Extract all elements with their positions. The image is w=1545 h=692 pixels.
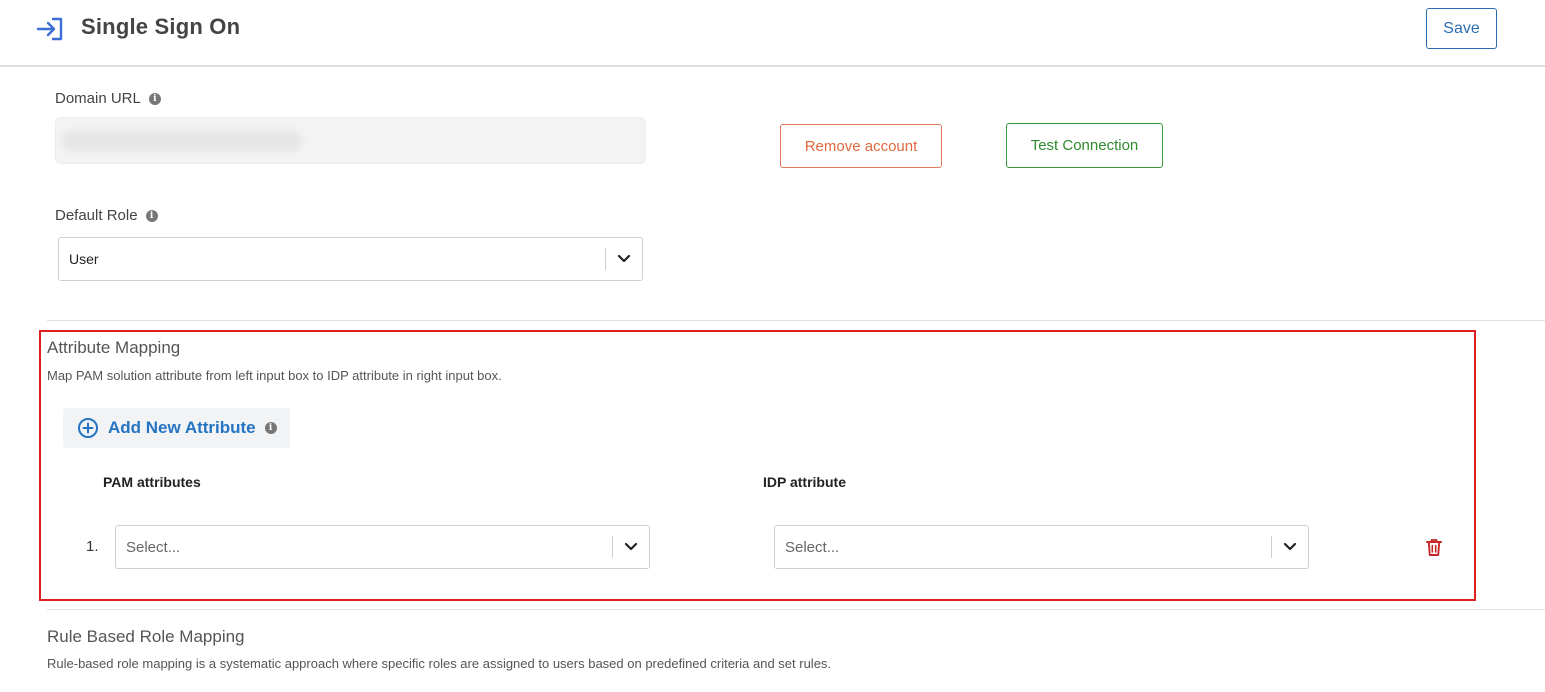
domain-url-label-text: Domain URL: [55, 90, 141, 107]
info-icon[interactable]: i: [145, 209, 158, 222]
default-role-label: Default Role i: [55, 207, 158, 224]
row-number: 1.: [86, 538, 99, 555]
info-icon[interactable]: i: [148, 92, 161, 105]
idp-attribute-header: IDP attribute: [763, 474, 846, 490]
section-divider: [47, 609, 1545, 610]
chevron-down-icon[interactable]: [1272, 526, 1308, 568]
redacted-value: [62, 130, 302, 152]
page-title: Single Sign On: [81, 14, 241, 39]
chevron-down-icon[interactable]: [606, 238, 642, 280]
domain-url-label: Domain URL i: [55, 90, 161, 107]
rule-mapping-description: Rule-based role mapping is a systematic …: [47, 656, 832, 671]
domain-url-input[interactable]: [55, 117, 646, 164]
default-role-label-text: Default Role: [55, 207, 138, 224]
plus-circle-icon: [78, 418, 98, 438]
trash-icon[interactable]: [1424, 537, 1444, 557]
pam-attribute-placeholder: Select...: [126, 538, 181, 556]
remove-account-button[interactable]: Remove account: [780, 124, 942, 168]
rule-mapping-title: Rule Based Role Mapping: [47, 627, 245, 646]
page-header: Single Sign On Save: [0, 0, 1545, 67]
default-role-value: User: [69, 251, 99, 267]
idp-attribute-placeholder: Select...: [785, 538, 840, 556]
test-connection-button[interactable]: Test Connection: [1006, 123, 1163, 168]
attribute-mapping-title: Attribute Mapping: [47, 338, 181, 357]
save-button[interactable]: Save: [1426, 8, 1497, 49]
pam-attributes-header: PAM attributes: [103, 474, 201, 490]
default-role-select[interactable]: User: [58, 237, 643, 281]
info-icon[interactable]: i: [264, 422, 277, 434]
idp-attribute-select[interactable]: Select...: [774, 525, 1309, 569]
section-divider: [47, 320, 1545, 321]
add-new-attribute-label: Add New Attribute: [108, 418, 256, 437]
attribute-mapping-description: Map PAM solution attribute from left inp…: [47, 368, 502, 383]
sign-in-icon: [36, 17, 63, 41]
chevron-down-icon[interactable]: [613, 526, 649, 568]
add-new-attribute-button[interactable]: Add New Attribute i: [63, 408, 290, 448]
pam-attribute-select[interactable]: Select...: [115, 525, 650, 569]
